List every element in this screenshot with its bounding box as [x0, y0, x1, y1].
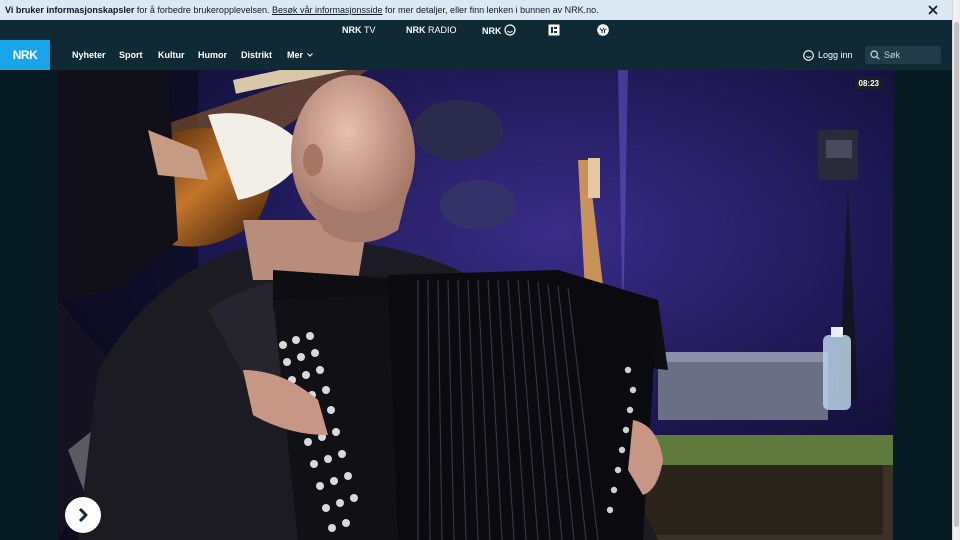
video-player[interactable]: 08:23 — [58, 70, 893, 540]
main-nav: NRK Nyheter Sport Kultur Humor Distrikt … — [0, 40, 952, 70]
nav-item-distrikt[interactable]: Distrikt — [241, 40, 272, 70]
search-input[interactable]: Søk — [865, 46, 941, 64]
nav-item-nyheter[interactable]: Nyheter — [72, 40, 106, 70]
nav-item-kultur[interactable]: Kultur — [158, 40, 185, 70]
p3-icon — [548, 24, 560, 36]
search-placeholder: Søk — [884, 50, 901, 60]
nav-item-humor[interactable]: Humor — [198, 40, 227, 70]
cookie-banner-text: for å forbedre brukeropplevelsen. — [134, 5, 272, 15]
nrk-radio-link[interactable]: NRK RADIO — [406, 24, 457, 36]
search-icon — [870, 50, 880, 60]
cookie-info-link[interactable]: Besøk vår informasjonsside — [272, 5, 383, 15]
chevron-down-icon — [306, 53, 313, 57]
user-icon — [803, 49, 814, 61]
nrk-super-link[interactable]: NRK — [482, 24, 516, 36]
cookie-banner-text-end: for mer detaljer, eller finn lenken i bu… — [382, 5, 599, 15]
cookie-banner: Vi bruker informasjonskapsler for å forb… — [0, 0, 952, 20]
cookie-banner-title: Vi bruker informasjonskapsler — [5, 5, 135, 15]
services-bar: NRK TV NRK RADIO NRK — [0, 20, 952, 40]
login-button[interactable]: Logg inn — [803, 40, 853, 70]
video-frame — [58, 70, 893, 540]
nrk-tv-label: TV — [364, 25, 376, 35]
nav-item-mer[interactable]: Mer — [287, 40, 314, 70]
close-icon[interactable] — [926, 3, 940, 17]
nrk-tv-logo: NRK — [342, 25, 362, 35]
smile-icon — [504, 24, 516, 36]
yr-link[interactable] — [597, 24, 609, 36]
login-label: Logg inn — [818, 50, 853, 60]
p3-link[interactable] — [548, 24, 560, 36]
nrk-radio-label: RADIO — [428, 25, 457, 35]
nav-item-sport[interactable]: Sport — [119, 40, 143, 70]
duration-badge: 08:23 — [854, 77, 883, 90]
play-icon — [78, 507, 88, 523]
play-button[interactable] — [65, 497, 101, 533]
scrollbar[interactable] — [952, 0, 960, 540]
nav-item-mer-label: Mer — [287, 50, 304, 60]
nrk-super-logo: NRK — [482, 26, 502, 36]
scrollbar-thumb[interactable] — [954, 22, 959, 527]
nrk-logo[interactable]: NRK — [0, 40, 50, 70]
yr-icon — [597, 24, 609, 36]
nrk-radio-logo: NRK — [406, 25, 426, 35]
nrk-tv-link[interactable]: NRK TV — [342, 24, 376, 36]
